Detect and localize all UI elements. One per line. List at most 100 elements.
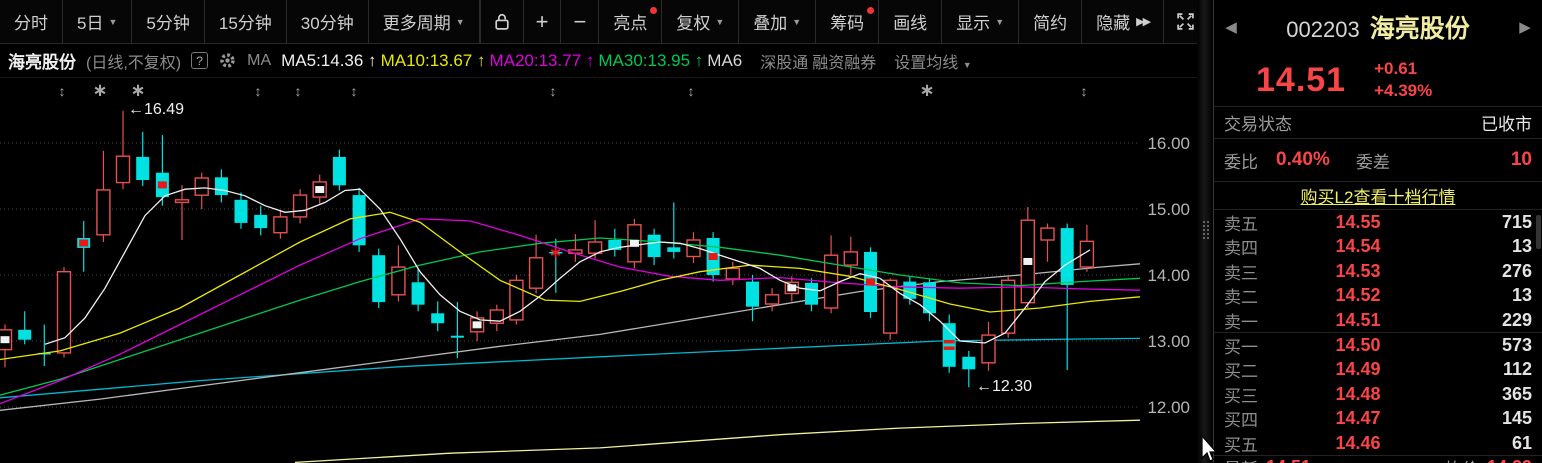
period-tab-fenshi[interactable]: 分时 (0, 0, 63, 43)
panel-scrollbar[interactable] (1536, 215, 1541, 249)
level-label: 买四 (1224, 411, 1258, 431)
ma-settings-button[interactable]: 设置均线 ▼ (894, 49, 971, 73)
zoom-out-button[interactable]: − (561, 0, 600, 43)
event-marker-updown-icon[interactable]: ↕ (59, 83, 66, 99)
candle-body (647, 234, 661, 258)
action-tab-chouma[interactable]: 筹码 (816, 0, 880, 43)
ask-row[interactable]: 卖一 14.51 229 (1214, 308, 1542, 332)
candle-body (509, 279, 524, 321)
stock-code: 002203 (1286, 17, 1360, 42)
period-tab-5day[interactable]: 5日 ▼ (63, 0, 133, 43)
event-marker-star-icon[interactable]: ∗ (92, 80, 107, 100)
event-marker-updown-icon[interactable]: ↕ (255, 83, 262, 99)
next-stock-button[interactable]: ▶ (1514, 18, 1536, 36)
button-label: 5日 (77, 14, 104, 33)
bid-row[interactable]: 买五 14.46 61 (1214, 431, 1542, 455)
action-tab-jianyue[interactable]: 简约 (1019, 0, 1083, 43)
action-tab-liangdian[interactable]: 亮点 (599, 0, 663, 43)
trade-status-row: 交易状态 已收市 (1214, 107, 1542, 138)
level-volume: 229 (1501, 309, 1532, 330)
ma-line-ma250 (294, 419, 1141, 463)
action-tab-huaxian[interactable]: 画线 (879, 0, 943, 43)
chart-legend: 海亮股份 (日线,不复权) ? MA MA5:14.36 ↑ MA10:13.67… (0, 44, 1197, 78)
candle-body (746, 281, 759, 307)
bid-row[interactable]: 买二 14.49 112 (1214, 357, 1542, 381)
action-tab-yincang[interactable]: 隐藏 ▶▶ (1082, 0, 1165, 43)
level-price: 14.48 (1335, 383, 1381, 404)
bid-row[interactable]: 买一 14.50 573 (1214, 333, 1542, 357)
candle-body (254, 214, 268, 229)
signal-marker-white (1023, 257, 1033, 265)
signal-marker-white (629, 239, 639, 247)
price-block: 14.51 +0.61 +4.39% (1214, 54, 1542, 106)
signal-marker-white (0, 336, 10, 344)
ask-row[interactable]: 卖二 14.52 13 (1214, 283, 1542, 307)
action-tab-fuquan[interactable]: 复权 ▼ (662, 0, 740, 43)
button-label: 亮点 (613, 14, 648, 33)
candlestick-chart[interactable]: 16.00 15.00 14.00 13.00 12.00 ∗ ↕ ∗ ∗ ↕ ↕ ↕ ↕ ↕ ∗ ↕ ←16.… (0, 78, 1197, 463)
prev-stock-button[interactable]: ◀ (1220, 18, 1242, 36)
candle-body (18, 329, 32, 340)
event-marker-updown-icon[interactable]: ↕ (688, 83, 695, 99)
buy-l2-link[interactable]: 购买L2查看十档行情 (1301, 183, 1456, 208)
button-label: 30分钟 (300, 14, 354, 33)
event-marker-updown-icon[interactable]: ↕ (550, 83, 557, 99)
y-axis-label: 15.00 (1147, 200, 1190, 219)
divider-grip-icon[interactable] (1201, 220, 1211, 240)
action-tab-xianshi[interactable]: 显示 ▼ (942, 0, 1020, 43)
candle-body (136, 156, 150, 180)
button-label: 筹码 (830, 14, 865, 33)
y-axis-label: 16.00 (1147, 134, 1190, 153)
period-tab-30min[interactable]: 30分钟 (287, 0, 369, 43)
stock-tag-1[interactable]: 深股通 (760, 55, 808, 72)
gear-icon[interactable] (218, 51, 237, 70)
level-price: 14.54 (1335, 236, 1381, 257)
lock-button[interactable] (481, 0, 524, 43)
period-tab-15min[interactable]: 15分钟 (205, 0, 287, 43)
event-marker-updown-icon[interactable]: ↕ (1081, 83, 1088, 99)
trade-status-label: 交易状态 (1224, 115, 1292, 134)
price-change: +0.61 +4.39% (1374, 58, 1432, 102)
level-volume: 715 (1501, 212, 1532, 232)
chevron-down-icon: ▼ (455, 16, 465, 27)
stock-tag-2[interactable]: 融资融券 (812, 55, 876, 72)
latest-label: 最新 (1224, 455, 1258, 463)
signal-marker-white (472, 321, 482, 329)
ask-row[interactable]: 卖四 14.54 13 (1214, 234, 1542, 258)
level-label: 卖三 (1224, 263, 1258, 283)
ma-prefix-label: MA (247, 51, 272, 69)
quote-header: ◀ 002203 海亮股份 ▶ (1214, 0, 1542, 54)
candle-body (214, 177, 228, 196)
period-tab-5min[interactable]: 5分钟 (132, 0, 205, 43)
ma-line-ma5 (44, 187, 1091, 345)
weibi-value: 0.40% (1276, 149, 1330, 170)
period-tab-more-periods[interactable]: 更多周期 ▼ (369, 0, 480, 43)
signal-marker-red (865, 278, 875, 286)
price-annotation: ←16.49 (128, 101, 184, 118)
zoom-in-button[interactable]: + (524, 0, 562, 43)
candle-body (174, 199, 190, 204)
avg-label: 均价 (1445, 455, 1479, 463)
candle-body (843, 251, 858, 266)
ask-row[interactable]: 卖五 14.55 715 (1214, 210, 1542, 234)
event-marker-updown-icon[interactable]: ↕ (295, 83, 302, 99)
button-label: 分时 (14, 14, 48, 33)
level-label: 买一 (1224, 337, 1258, 357)
chevron-down-icon: ▼ (962, 59, 972, 70)
level-label: 买五 (1224, 435, 1258, 455)
chevron-down-icon: ▼ (995, 16, 1005, 27)
bid-row[interactable]: 买四 14.47 145 (1214, 406, 1542, 430)
event-marker-updown-icon[interactable]: ↕ (351, 83, 358, 99)
candle-body (1060, 228, 1074, 285)
change-value: +0.61 (1374, 58, 1418, 78)
help-icon[interactable]: ? (191, 52, 209, 69)
event-marker-star-icon[interactable]: ∗ (130, 80, 145, 100)
ma-value-1: MA5:14.36 ↑ (281, 50, 377, 70)
candle-body (725, 267, 740, 280)
ask-row[interactable]: 卖三 14.53 276 (1214, 259, 1542, 283)
level-price: 14.47 (1335, 408, 1381, 429)
event-marker-star-icon[interactable]: ∗ (919, 80, 934, 100)
change-percent: +4.39% (1374, 81, 1433, 100)
action-tab-diejia[interactable]: 叠加 ▼ (739, 0, 817, 43)
bid-row[interactable]: 买三 14.48 365 (1214, 382, 1542, 406)
